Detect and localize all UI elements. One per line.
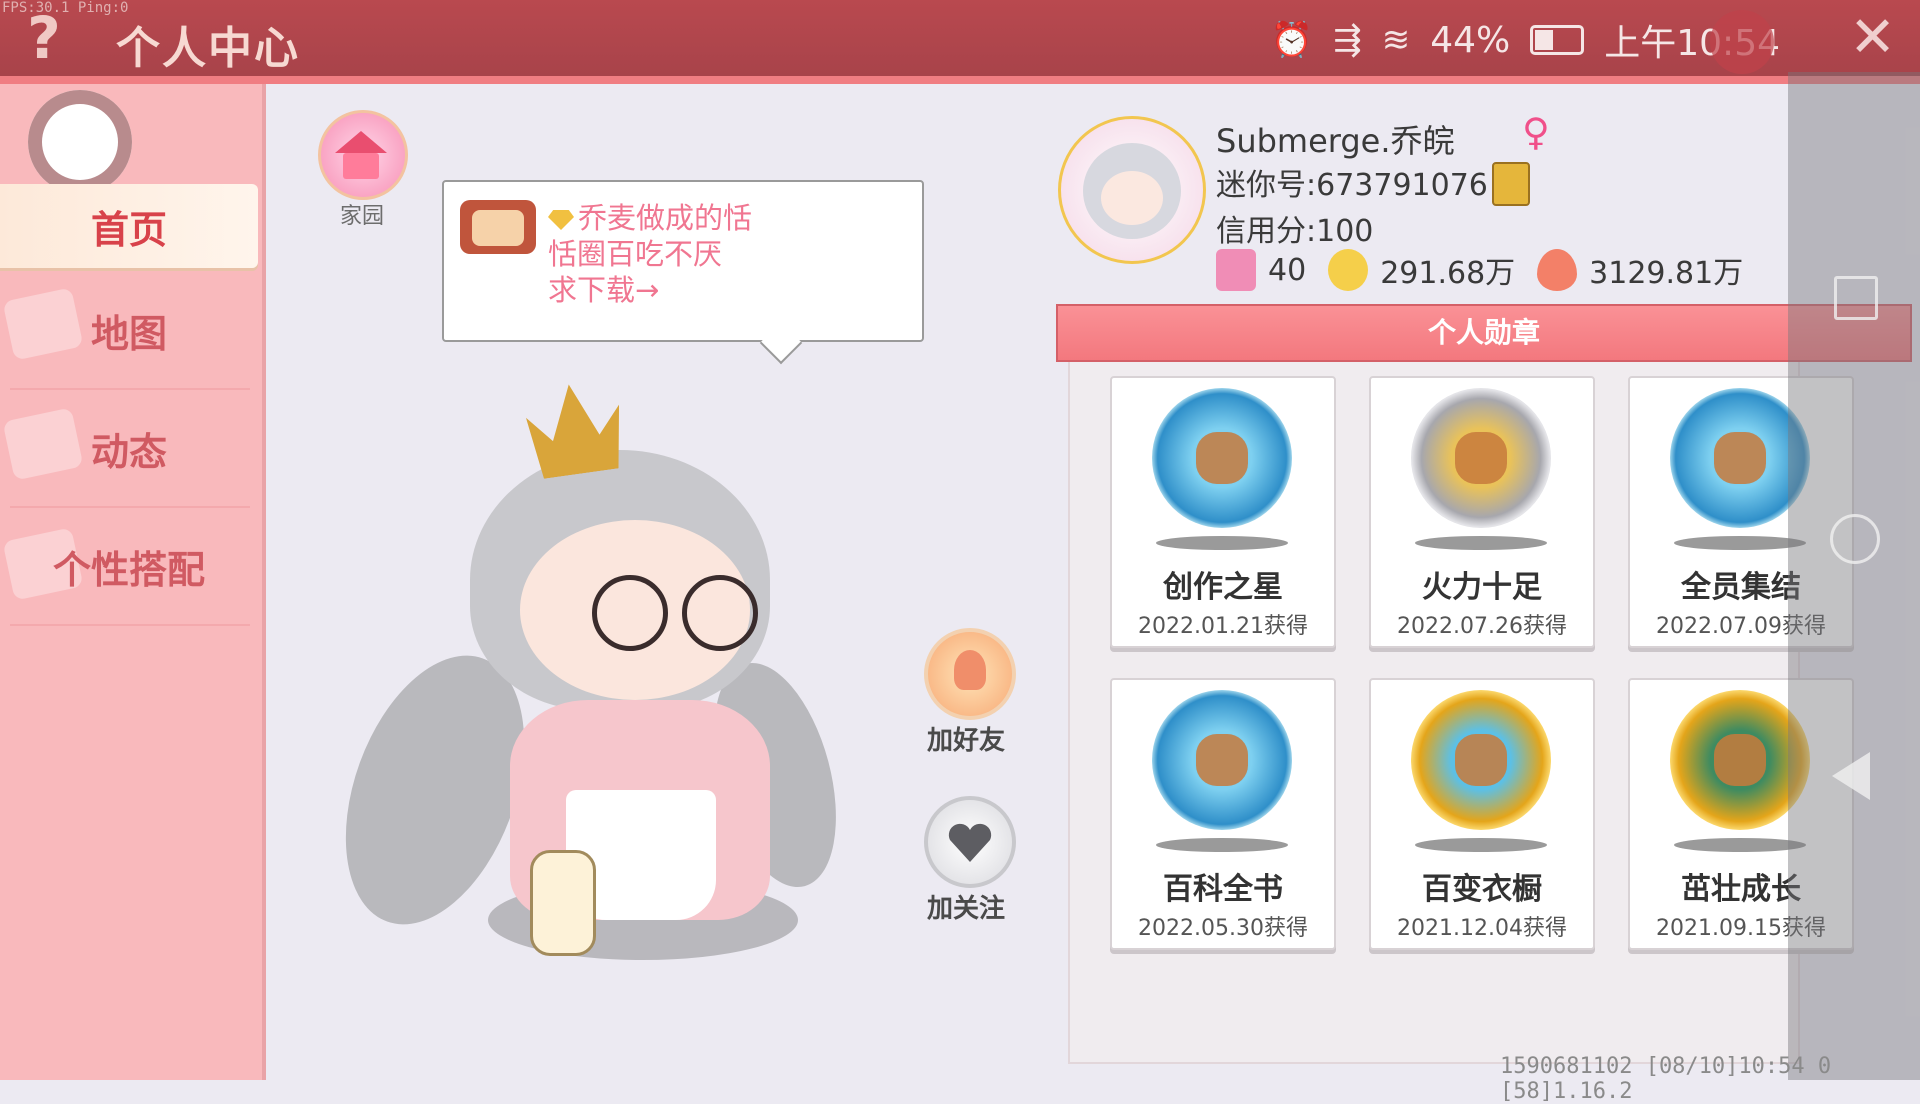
home-garden-button[interactable] (318, 110, 408, 200)
medal-icon (1152, 690, 1292, 830)
home-garden-label: 家园 (339, 204, 384, 229)
medal-icon (1411, 388, 1551, 528)
sidebar-item-label: 动态 (90, 429, 167, 474)
copy-icon[interactable] (1492, 162, 1530, 206)
record-button[interactable] (28, 90, 132, 194)
sidebar-divider (10, 506, 250, 508)
flame-icon (1537, 249, 1578, 291)
medal-date: 2021.12.04获得 (1397, 916, 1567, 941)
crown-icon (522, 378, 628, 480)
sidebar-item-map[interactable]: 地图 (0, 280, 258, 380)
medal-name: 百科全书 (1163, 872, 1283, 907)
house-icon (335, 131, 387, 153)
glasses-icon (592, 575, 668, 651)
medal-card[interactable]: 百科全书 2022.05.30获得 (1110, 678, 1336, 950)
stat-value: 3129.81万 (1589, 256, 1744, 291)
medal-icon (1411, 690, 1551, 830)
page-title: 个人中心 (116, 23, 300, 74)
sidebar-item-label: 地图 (90, 311, 167, 356)
system-nav-bar (1788, 72, 1920, 1080)
medal-date: 2022.05.30获得 (1138, 916, 1308, 941)
medal-icon (1152, 388, 1292, 528)
medal-name: 百变衣橱 (1422, 872, 1542, 907)
top-bar-divider (0, 76, 1920, 84)
cast-icon: ⇶ (1333, 20, 1362, 60)
sidebar-item-label: 首页 (90, 207, 167, 252)
sidebar-item-home[interactable]: 首页 (0, 184, 258, 268)
diamond-icon (548, 210, 574, 230)
medal-name: 火力十足 (1422, 570, 1542, 605)
emoji-icon (460, 200, 536, 254)
sidebar-item-outfit[interactable]: 个性搭配 (0, 516, 258, 616)
bookmark-icon (1216, 249, 1256, 291)
username: Submerge.乔皖 (1216, 122, 1455, 160)
profile-stats: 40 291.68万 3129.81万 (1216, 248, 1743, 292)
back-icon[interactable] (1832, 752, 1870, 800)
add-friend-label: 加好友 (926, 726, 1005, 756)
sidebar-divider (10, 624, 250, 626)
credit-score: 信用分:100 (1216, 214, 1374, 249)
medal-name: 创作之星 (1163, 570, 1283, 605)
recents-icon[interactable] (1834, 276, 1878, 320)
sidebar-item-moments[interactable]: 动态 (0, 398, 258, 498)
sidebar: 首页 地图 动态 个性搭配 (0, 84, 266, 1080)
medal-card[interactable]: 百变衣橱 2021.12.04获得 (1369, 678, 1595, 950)
lantern-icon (530, 850, 596, 956)
fps-debug-text: FPS:30.1 Ping:0 (2, 0, 129, 16)
follow-button[interactable] (924, 796, 1016, 888)
medal-date: 2022.07.26获得 (1397, 614, 1567, 639)
debug-footer: 1590681102 [08/10]10:54 0 [58]1.16.2 (1500, 1054, 1832, 1104)
medal-card[interactable]: 创作之星 2022.01.21获得 (1110, 376, 1336, 648)
floating-bubble[interactable] (1710, 10, 1774, 74)
heart-icon (946, 822, 994, 862)
add-friend-button[interactable] (924, 628, 1016, 720)
follow-label: 加关注 (926, 894, 1005, 924)
sidebar-divider (10, 388, 250, 390)
help-icon[interactable]: ? (16, 8, 72, 68)
signature-text: 乔麦做成的恬 恬圈百吃不厌 求下载→ (548, 201, 753, 307)
avatar[interactable] (1058, 116, 1206, 264)
sidebar-item-label: 个性搭配 (52, 547, 205, 592)
trophy-icon (1328, 249, 1369, 291)
alarm-icon: ⏰ (1270, 20, 1314, 60)
medal-date: 2022.01.21获得 (1138, 614, 1308, 639)
top-bar: ? 个人中心 ⏰ ⇶ ≋ 44% 上午10:54 ✕ (0, 0, 1920, 76)
home-icon[interactable] (1830, 514, 1880, 564)
wifi-icon: ≋ (1381, 20, 1411, 60)
signature-bubble[interactable]: 乔麦做成的恬 恬圈百吃不厌 求下载→ (442, 180, 924, 342)
stat-value: 40 (1268, 252, 1307, 288)
status-bar: ⏰ ⇶ ≋ 44% 上午10:54 (1271, 14, 1780, 66)
mini-id: 迷你号:673791076 (1216, 168, 1488, 203)
battery-icon (1530, 25, 1585, 55)
stat-value: 291.68万 (1380, 256, 1516, 291)
female-icon: ♀ (1522, 110, 1550, 154)
medal-panel-title: 个人勋章 (1056, 304, 1912, 362)
close-icon[interactable]: ✕ (1849, 10, 1896, 66)
battery-percent: 44% (1430, 19, 1511, 61)
medal-card[interactable]: 火力十足 2022.07.26获得 (1369, 376, 1595, 648)
